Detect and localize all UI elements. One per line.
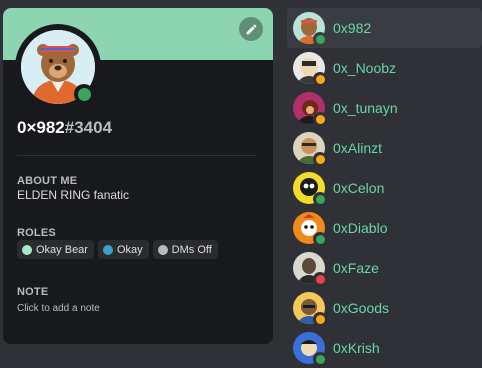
status-indicator bbox=[313, 232, 327, 246]
member-item-0xfaze[interactable]: 0xFaze bbox=[287, 248, 482, 288]
profile-divider bbox=[17, 155, 257, 156]
member-name: 0xCelon bbox=[333, 180, 385, 196]
status-online-indicator bbox=[74, 84, 94, 104]
status-indicator bbox=[313, 32, 327, 46]
status-indicator bbox=[313, 72, 327, 86]
member-item-0xdiablo[interactable]: 0xDiablo bbox=[287, 208, 482, 248]
member-item-0x982[interactable]: 0x982 bbox=[287, 8, 482, 48]
member-item-0x-noobz[interactable]: 0x_Noobz bbox=[287, 48, 482, 88]
member-name: 0xAlinzt bbox=[333, 140, 383, 156]
member-avatar bbox=[293, 332, 327, 366]
member-item-0xcelon[interactable]: 0xCelon bbox=[287, 168, 482, 208]
member-name: 0x982 bbox=[333, 20, 372, 36]
status-indicator bbox=[313, 112, 327, 126]
member-avatar bbox=[293, 92, 327, 126]
roles-list: Okay Bear Okay DMs Off bbox=[17, 240, 218, 259]
profile-username: 0×982#3404 bbox=[17, 118, 112, 138]
role-color-dot bbox=[22, 244, 32, 255]
username-text: 0×982 bbox=[17, 118, 65, 137]
member-avatar bbox=[293, 12, 327, 46]
role-label: Okay Bear bbox=[36, 243, 88, 256]
member-name: 0xKrish bbox=[333, 340, 380, 356]
role-pill-okay[interactable]: Okay bbox=[97, 240, 149, 259]
profile-avatar[interactable] bbox=[15, 24, 101, 110]
role-color-dot bbox=[102, 244, 113, 255]
member-item-0xgoods[interactable]: 0xGoods bbox=[287, 288, 482, 328]
member-name: 0xDiablo bbox=[333, 220, 388, 236]
member-avatar bbox=[293, 292, 327, 326]
member-item-0xalinzt[interactable]: 0xAlinzt bbox=[287, 128, 482, 168]
status-indicator bbox=[313, 152, 327, 166]
status-indicator bbox=[313, 272, 327, 286]
about-me-heading: ABOUT ME bbox=[17, 175, 78, 187]
status-indicator bbox=[313, 352, 327, 366]
member-item-0xkrish[interactable]: 0xKrish bbox=[287, 328, 482, 368]
pencil-icon bbox=[246, 24, 256, 34]
member-name: 0x_tunayn bbox=[333, 100, 398, 116]
member-avatar bbox=[293, 52, 327, 86]
user-profile-popout: 0×982#3404 ABOUT ME ELDEN RING fanatic R… bbox=[3, 8, 273, 344]
note-input[interactable]: Click to add a note bbox=[17, 303, 100, 314]
member-avatar bbox=[293, 252, 327, 286]
status-indicator bbox=[313, 192, 327, 206]
role-label: DMs Off bbox=[171, 243, 212, 256]
member-avatar bbox=[293, 132, 327, 166]
role-label: Okay bbox=[116, 243, 143, 256]
roles-heading: ROLES bbox=[17, 227, 56, 239]
status-indicator bbox=[313, 312, 327, 326]
role-color-dot bbox=[157, 244, 168, 255]
member-name: 0xGoods bbox=[333, 300, 390, 316]
member-avatar bbox=[293, 212, 327, 246]
about-me-text: ELDEN RING fanatic bbox=[17, 188, 130, 202]
member-name: 0xFaze bbox=[333, 260, 379, 276]
role-pill-dms-off[interactable]: DMs Off bbox=[152, 240, 218, 259]
discriminator-text: #3404 bbox=[64, 118, 113, 137]
member-name: 0x_Noobz bbox=[333, 60, 397, 76]
member-list: 0x982 0x_Noobz 0x_tunayn 0xAlinzt 0xCelo… bbox=[287, 8, 482, 366]
role-pill-okay-bear[interactable]: Okay Bear bbox=[17, 240, 94, 259]
edit-profile-button[interactable] bbox=[239, 17, 263, 41]
member-avatar bbox=[293, 172, 327, 206]
member-item-0x-tunayn[interactable]: 0x_tunayn bbox=[287, 88, 482, 128]
note-heading: NOTE bbox=[17, 286, 49, 298]
